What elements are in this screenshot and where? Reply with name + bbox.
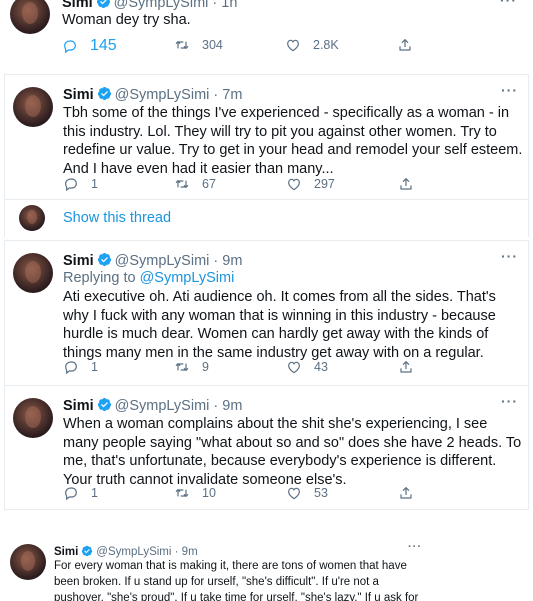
tweet-header: Simi @SympLySimi · 9m: [63, 252, 242, 270]
more-icon[interactable]: ···: [501, 82, 518, 98]
share-icon: [398, 359, 414, 375]
retweet-button[interactable]: 10: [174, 485, 216, 501]
heart-icon: [286, 176, 302, 192]
verified-badge-icon: [97, 252, 112, 267]
reply-count: 1: [91, 360, 98, 374]
more-icon[interactable]: ···: [501, 248, 518, 264]
avatar[interactable]: [10, 0, 50, 34]
heart-icon: [286, 485, 302, 501]
tweet-time[interactable]: · 1h: [208, 0, 237, 11]
replying-to-label: Replying to: [63, 270, 140, 286]
reply-button[interactable]: 145: [62, 37, 117, 55]
more-icon[interactable]: ···: [500, 0, 517, 8]
avatar[interactable]: [19, 205, 45, 231]
verified-badge-icon: [97, 397, 112, 412]
tweet-time[interactable]: · 7m: [209, 87, 242, 103]
tweet-header: Simi @SympLySimi · 7m: [63, 86, 242, 104]
share-button[interactable]: [398, 176, 426, 192]
avatar[interactable]: [10, 544, 46, 580]
author-handle[interactable]: @SympLySimi: [115, 398, 210, 414]
retweet-icon: [174, 37, 190, 53]
tweet[interactable]: Simi @SympLySimi · 1h ··· Woman dey try s…: [0, 0, 533, 68]
tweet[interactable]: Simi @SympLySimi · 7m ··· Tbh some of the…: [4, 74, 529, 199]
retweet-button[interactable]: 9: [174, 359, 209, 375]
like-count: 2.8K: [313, 38, 339, 52]
reply-icon: [63, 359, 79, 375]
retweet-count: 304: [202, 38, 223, 52]
retweet-icon: [174, 359, 190, 375]
show-thread-row[interactable]: Show this thread: [4, 199, 529, 237]
retweet-button[interactable]: 67: [174, 176, 216, 192]
retweet-count: 10: [202, 486, 216, 500]
reply-icon: [63, 485, 79, 501]
tweet-text: For every woman that is making it, there…: [54, 560, 419, 601]
avatar[interactable]: [13, 398, 53, 438]
like-count: 53: [314, 486, 328, 500]
like-count: 297: [314, 177, 335, 191]
more-icon[interactable]: ···: [408, 541, 422, 553]
reply-button[interactable]: 1: [63, 176, 98, 192]
heart-icon: [285, 37, 301, 53]
retweet-count: 67: [202, 177, 216, 191]
reply-count: 145: [90, 37, 117, 54]
author-name[interactable]: Simi: [63, 253, 94, 269]
tweet-time[interactable]: · 9m: [209, 398, 242, 414]
show-thread-link[interactable]: Show this thread: [63, 210, 171, 226]
retweet-button[interactable]: 304: [174, 37, 223, 53]
like-button[interactable]: 297: [286, 176, 335, 192]
replying-to-handle[interactable]: @SympLySimi: [140, 270, 235, 286]
tweet[interactable]: Simi @SympLySimi · 9m ··· Replying to @Sy…: [4, 240, 529, 385]
reply-button[interactable]: 1: [63, 359, 98, 375]
verified-badge-icon: [97, 86, 112, 101]
like-count: 43: [314, 360, 328, 374]
author-name[interactable]: Simi: [63, 398, 94, 414]
author-handle[interactable]: @SympLySimi: [115, 253, 210, 269]
replying-to: Replying to @SympLySimi: [63, 270, 234, 286]
tweet-text: Ati executive oh. Ati audience oh. It co…: [63, 289, 496, 361]
share-icon: [397, 37, 413, 53]
verified-badge-icon: [96, 0, 111, 9]
author-name[interactable]: Simi: [54, 546, 78, 558]
share-button[interactable]: [398, 485, 426, 501]
tweet-time[interactable]: · 9m: [209, 253, 242, 269]
reply-count: 1: [91, 177, 98, 191]
tweet-header: Simi @SympLySimi · 9m: [63, 397, 242, 415]
heart-icon: [286, 359, 302, 375]
like-button[interactable]: 43: [286, 359, 328, 375]
avatar[interactable]: [13, 87, 53, 127]
tweet[interactable]: Simi @SympLySimi · 9m ··· When a woman co…: [4, 385, 529, 510]
reply-button[interactable]: 1: [63, 485, 98, 501]
author-name[interactable]: Simi: [62, 0, 93, 11]
retweet-icon: [174, 176, 190, 192]
author-handle[interactable]: @SympLySimi: [115, 87, 210, 103]
verified-badge-icon: [81, 545, 93, 557]
tweet-text: Tbh some of the things I've experienced …: [63, 105, 523, 177]
tweet[interactable]: Simi @SympLySimi · 9m ··· For every woman…: [0, 530, 533, 601]
avatar[interactable]: [13, 253, 53, 293]
reply-icon: [63, 176, 79, 192]
share-button[interactable]: [397, 37, 425, 53]
reply-count: 1: [91, 486, 98, 500]
share-button[interactable]: [398, 359, 426, 375]
author-handle[interactable]: @SympLySimi: [114, 0, 209, 11]
share-icon: [398, 176, 414, 192]
tweet-text: When a woman complains about the shit sh…: [63, 416, 522, 488]
like-button[interactable]: 53: [286, 485, 328, 501]
retweet-icon: [174, 485, 190, 501]
tweet-time[interactable]: · 9m: [171, 546, 198, 558]
reply-icon: [62, 38, 78, 54]
more-icon[interactable]: ···: [501, 393, 518, 409]
tweet-text: Woman dey try sha.: [62, 12, 191, 28]
author-name[interactable]: Simi: [63, 87, 94, 103]
author-handle[interactable]: @SympLySimi: [96, 546, 171, 558]
retweet-count: 9: [202, 360, 209, 374]
share-icon: [398, 485, 414, 501]
like-button[interactable]: 2.8K: [285, 37, 339, 53]
